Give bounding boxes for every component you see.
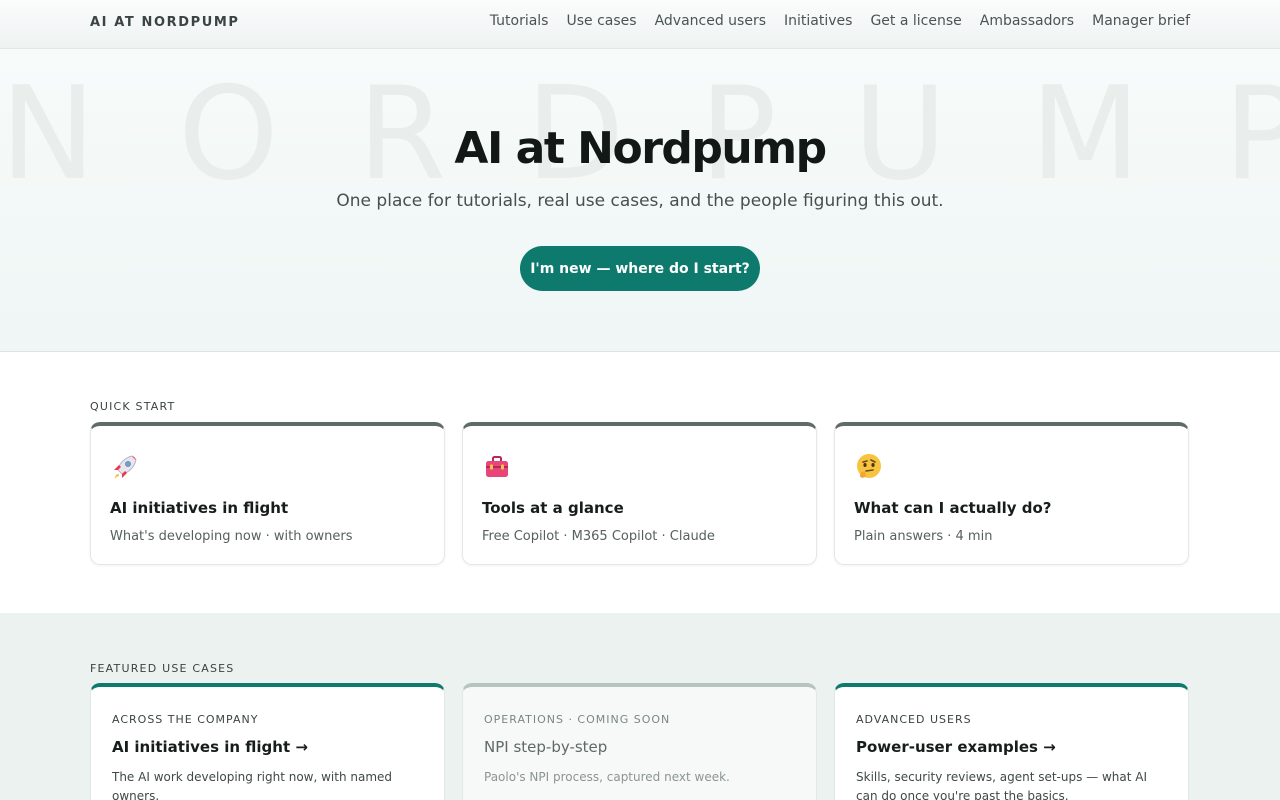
card-meta: Plain answers · 4 min — [854, 529, 993, 544]
hero-subtitle: One place for tutorials, real use cases,… — [336, 191, 944, 211]
nav-link-advanced-users[interactable]: Advanced users — [655, 13, 766, 29]
page-title: AI at Nordpump — [454, 123, 827, 174]
thinking-face-icon — [857, 454, 881, 478]
card-description: Skills, security reviews, agent set-ups … — [856, 770, 1148, 800]
rocket-icon — [114, 455, 137, 479]
featured-card-initiatives[interactable]: ACROSS THE COMPANY AI initiatives in fli… — [90, 683, 445, 800]
hero-section: N O R D P U M P AI at Nordpump One place… — [0, 49, 1280, 352]
featured-heading: FEATURED USE CASES — [90, 662, 235, 675]
card-title-text: AI initiatives in flight — [112, 738, 291, 756]
quick-start-card-what-can-i-do[interactable]: What can I actually do? Plain answers · … — [834, 422, 1189, 565]
card-title[interactable]: AI initiatives in flight → — [112, 738, 308, 756]
nav-link-initiatives[interactable]: Initiatives — [784, 13, 852, 29]
top-navigation: AI AT NORDPUMP Tutorials Use cases Advan… — [0, 0, 1280, 49]
nav-link-get-a-license[interactable]: Get a license — [870, 13, 961, 29]
card-meta: Free Copilot · M365 Copilot · Claude — [482, 529, 715, 544]
nav-link-tutorials[interactable]: Tutorials — [490, 13, 549, 29]
card-title: Tools at a glance — [482, 499, 624, 517]
card-kicker: ADVANCED USERS — [856, 713, 972, 726]
arrow-right-icon: → — [295, 738, 308, 756]
card-title: AI initiatives in flight — [110, 499, 289, 517]
card-kicker: OPERATIONS · COMING SOON — [484, 713, 671, 726]
featured-card-power-users[interactable]: ADVANCED USERS Power-user examples → Ski… — [834, 683, 1189, 800]
card-description: The AI work developing right now, with n… — [112, 770, 393, 800]
card-meta: What's developing now · with owners — [110, 529, 353, 544]
card-description: Paolo's NPI process, captured next week. — [484, 770, 730, 784]
toolbox-icon — [486, 456, 508, 477]
card-title: NPI step-by-step — [484, 738, 608, 756]
card-title: What can I actually do? — [854, 499, 1052, 517]
arrow-right-icon: → — [1043, 738, 1056, 756]
nav-links: Tutorials Use cases Advanced users Initi… — [490, 13, 1190, 29]
nav-link-ambassadors[interactable]: Ambassadors — [980, 13, 1074, 29]
card-title[interactable]: Power-user examples → — [856, 738, 1056, 756]
card-kicker: ACROSS THE COMPANY — [112, 713, 259, 726]
card-title-text: Power-user examples — [856, 738, 1038, 756]
featured-card-npi: OPERATIONS · COMING SOON NPI step-by-ste… — [462, 683, 817, 800]
quick-start-card-initiatives[interactable]: AI initiatives in flight What's developi… — [90, 422, 445, 565]
nav-link-use-cases[interactable]: Use cases — [566, 13, 636, 29]
get-started-button[interactable]: I'm new — where do I start? — [520, 246, 760, 291]
brand-logo[interactable]: AI AT NORDPUMP — [90, 15, 240, 30]
quick-start-card-tools[interactable]: Tools at a glance Free Copilot · M365 Co… — [462, 422, 817, 565]
quick-start-heading: QUICK START — [90, 400, 176, 413]
nav-link-manager-brief[interactable]: Manager brief — [1092, 13, 1190, 29]
